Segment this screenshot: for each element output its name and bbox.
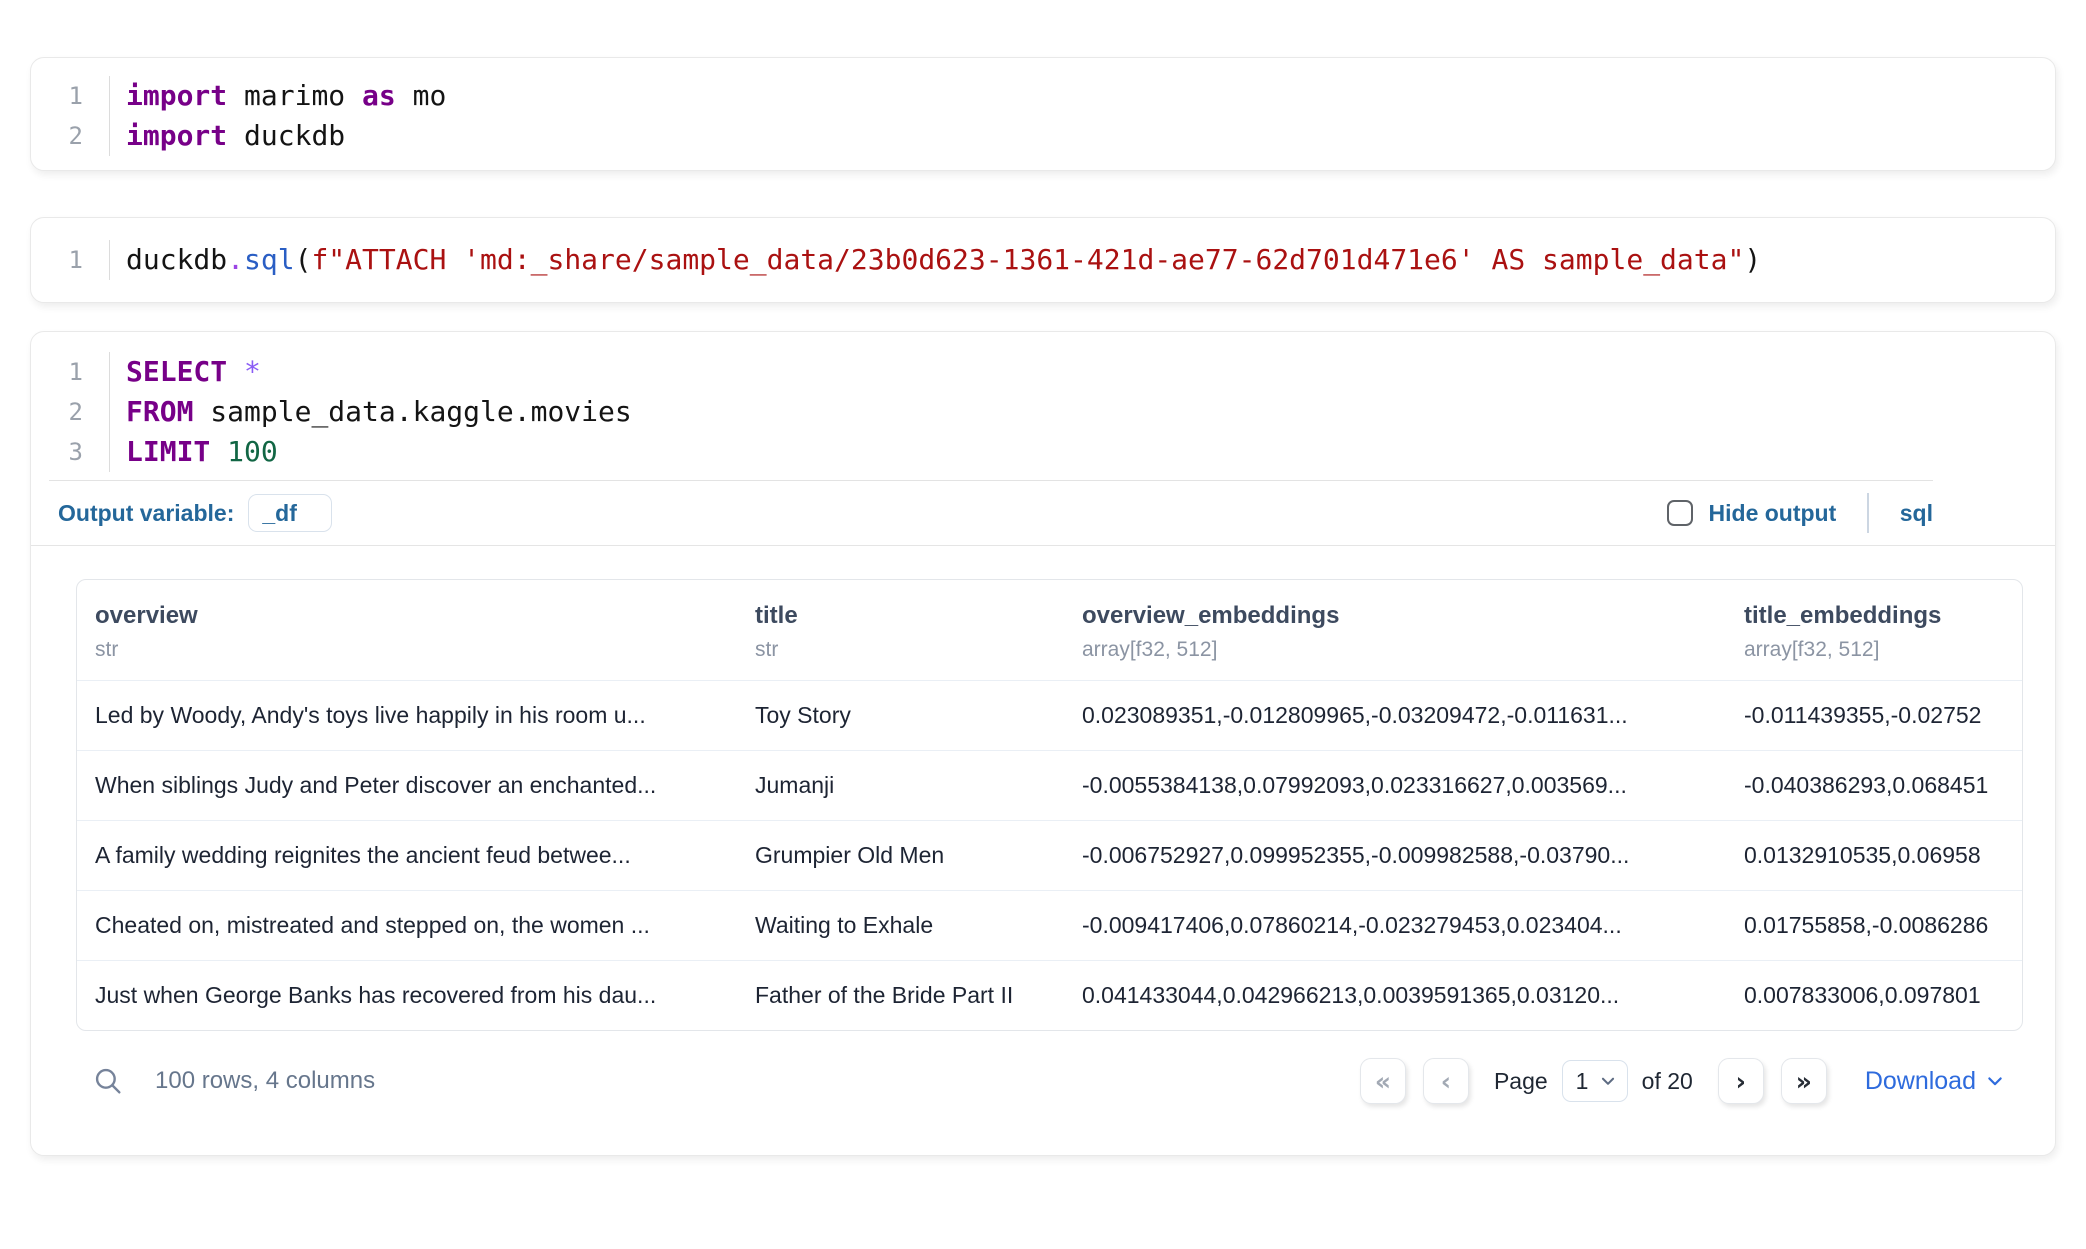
cell-title-embeddings: 0.007833006,0.097801 [1726, 961, 2022, 1030]
table-header-row: overview str title str overview_embeddin… [77, 580, 2022, 680]
code-line: import duckdb [126, 116, 2055, 156]
line-number-gutter: 1 2 [31, 76, 110, 156]
code-editor-imports[interactable]: 1 2 import marimo as mo import duckdb [31, 58, 2055, 170]
code-line: SELECT * [126, 352, 2055, 392]
cell-title: Grumpier Old Men [737, 821, 1064, 890]
code-line: LIMIT 100 [126, 432, 2055, 472]
page-label: Page [1494, 1068, 1548, 1095]
download-button[interactable]: Download [1865, 1067, 2005, 1096]
cell-overview: When siblings Judy and Peter discover an… [77, 751, 737, 820]
result-table: overview str title str overview_embeddin… [76, 579, 2023, 1031]
cell-overview-embeddings: -0.006752927,0.099952355,-0.009982588,-0… [1064, 821, 1726, 890]
table-footer: 100 rows, 4 columns « ‹ Page 1 of 20 › »… [76, 1043, 2023, 1119]
line-number: 1 [31, 76, 109, 116]
sql-cell: 1 2 3 SELECT * FROM sample_data.kaggle.m… [30, 331, 2056, 1156]
search-icon [91, 1064, 125, 1098]
previous-page-button[interactable]: ‹ [1423, 1058, 1469, 1104]
next-page-button[interactable]: › [1718, 1058, 1764, 1104]
code-cell-imports: 1 2 import marimo as mo import duckdb [30, 57, 2056, 171]
line-number-gutter: 1 [31, 240, 110, 280]
code-line: import marimo as mo [126, 76, 2055, 116]
column-header-overview-embeddings[interactable]: overview_embeddings array[f32, 512] [1064, 580, 1726, 680]
download-label: Download [1865, 1067, 1976, 1096]
table-row: When siblings Judy and Peter discover an… [77, 750, 2022, 820]
row-count-summary: 100 rows, 4 columns [155, 1067, 375, 1095]
cell-overview: A family wedding reignites the ancient f… [77, 821, 737, 890]
table-row: A family wedding reignites the ancient f… [77, 820, 2022, 890]
cell-overview: Just when George Banks has recovered fro… [77, 961, 737, 1030]
cell-overview-embeddings: -0.0055384138,0.07992093,0.023316627,0.0… [1064, 751, 1726, 820]
search-button[interactable] [91, 1064, 125, 1098]
last-page-button[interactable]: » [1781, 1058, 1827, 1104]
code-cell-attach: 1 duckdb.sql(f"ATTACH 'md:_share/sample_… [30, 217, 2056, 303]
column-header-overview[interactable]: overview str [77, 580, 737, 680]
line-number: 2 [31, 392, 109, 432]
cell-title: Jumanji [737, 751, 1064, 820]
hide-output-label: Hide output [1709, 500, 1837, 527]
code-line: FROM sample_data.kaggle.movies [126, 392, 2055, 432]
code-line: duckdb.sql(f"ATTACH 'md:_share/sample_da… [126, 240, 2055, 280]
code-editor-sql[interactable]: 1 2 3 SELECT * FROM sample_data.kaggle.m… [31, 332, 2055, 480]
sql-cell-toolbar: Output variable: Hide output sql [49, 480, 1933, 545]
cell-overview-embeddings: -0.009417406,0.07860214,-0.023279453,0.0… [1064, 891, 1726, 960]
line-number: 2 [31, 116, 109, 156]
divider [31, 545, 2055, 546]
line-number: 1 [31, 352, 109, 392]
line-number: 3 [31, 432, 109, 472]
total-pages-label: of 20 [1642, 1068, 1693, 1095]
output-variable-label: Output variable: [58, 500, 234, 527]
page-select-value: 1 [1576, 1068, 1589, 1095]
cell-title: Father of the Bride Part II [737, 961, 1064, 1030]
cell-title: Toy Story [737, 681, 1064, 750]
table-row: Cheated on, mistreated and stepped on, t… [77, 890, 2022, 960]
cell-title-embeddings: -0.040386293,0.068451 [1726, 751, 2022, 820]
table-row: Led by Woody, Andy's toys live happily i… [77, 680, 2022, 750]
language-button[interactable]: sql [1900, 500, 1933, 527]
output-variable-input[interactable] [248, 494, 332, 532]
page-select[interactable]: 1 [1562, 1060, 1628, 1102]
cell-overview-embeddings: 0.023089351,-0.012809965,-0.03209472,-0.… [1064, 681, 1726, 750]
cell-title-embeddings: 0.0132910535,0.06958 [1726, 821, 2022, 890]
cell-title-embeddings: -0.011439355,-0.02752 [1726, 681, 2022, 750]
hide-output-checkbox[interactable] [1667, 500, 1693, 526]
cell-overview: Led by Woody, Andy's toys live happily i… [77, 681, 737, 750]
spacer [31, 1119, 2055, 1155]
hide-output-toggle[interactable]: Hide output [1667, 500, 1837, 527]
column-header-title-embeddings[interactable]: title_embeddings array[f32, 512] [1726, 580, 2022, 680]
line-number: 1 [31, 240, 109, 280]
line-number-gutter: 1 2 3 [31, 352, 110, 472]
cell-title: Waiting to Exhale [737, 891, 1064, 960]
cell-title-embeddings: 0.01755858,-0.0086286 [1726, 891, 2022, 960]
table-row: Just when George Banks has recovered fro… [77, 960, 2022, 1030]
divider [1867, 493, 1869, 533]
cell-overview-embeddings: 0.041433044,0.042966213,0.0039591365,0.0… [1064, 961, 1726, 1030]
cell-overview: Cheated on, mistreated and stepped on, t… [77, 891, 737, 960]
first-page-button[interactable]: « [1360, 1058, 1406, 1104]
column-header-title[interactable]: title str [737, 580, 1064, 680]
chevron-down-icon [1599, 1072, 1617, 1090]
code-editor-attach[interactable]: 1 duckdb.sql(f"ATTACH 'md:_share/sample_… [31, 218, 2055, 302]
chevron-down-icon [1985, 1071, 2005, 1091]
